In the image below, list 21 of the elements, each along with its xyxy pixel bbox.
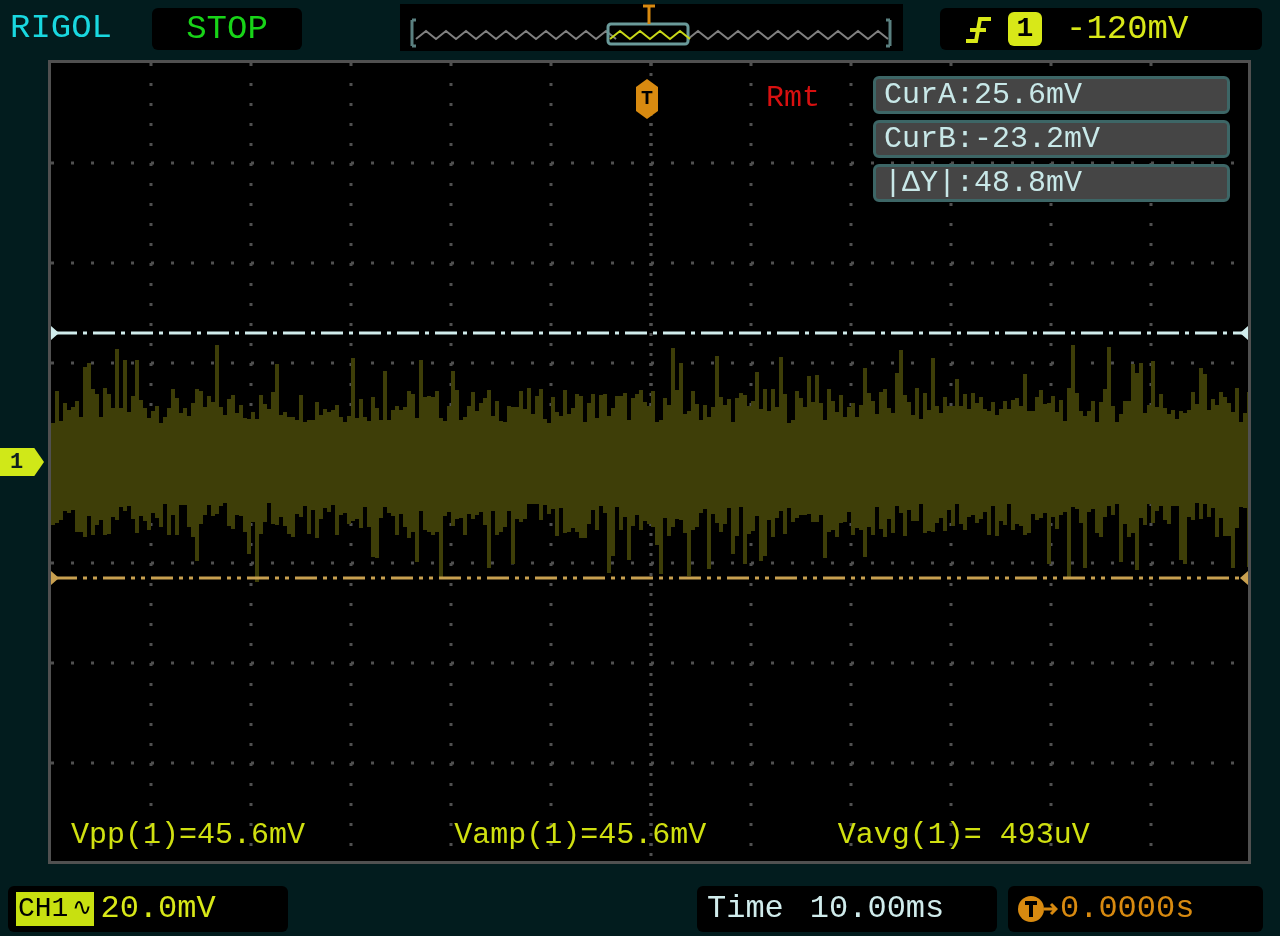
run-status: STOP	[152, 8, 302, 50]
cursor-readout: CurA:25.6mV	[873, 76, 1230, 114]
cursor-readout: |ΔY|:48.8mV	[873, 164, 1230, 202]
trigger-offset-icon	[1018, 895, 1058, 923]
trigger-offset-value: 0.0000s	[1060, 889, 1195, 929]
cursor-readout: CurB:-23.2mV	[873, 120, 1230, 158]
measurement-readout: Vavg(1)= 493uV	[837, 817, 1091, 854]
coupling-indicator: ∿	[70, 892, 95, 926]
measurement-readout: Vamp(1)=45.6mV	[454, 817, 708, 854]
trigger-level: -120mV	[1066, 8, 1189, 50]
trigger-position-marker: T	[636, 79, 658, 119]
remote-indicator: Rmt	[766, 80, 820, 116]
channel-marker: 1	[0, 448, 44, 476]
brand-logo: RIGOL	[10, 8, 113, 48]
trigger-channel-badge: 1	[1008, 12, 1042, 46]
time-label: Time	[707, 889, 784, 929]
timebase-value: 10.00ms	[809, 889, 945, 929]
channel-label: CH1	[16, 892, 71, 926]
vertical-scale: 20.0mV	[100, 889, 216, 929]
measurement-readout: Vpp(1)=45.6mV	[71, 817, 307, 854]
rising-edge-icon	[964, 15, 992, 43]
